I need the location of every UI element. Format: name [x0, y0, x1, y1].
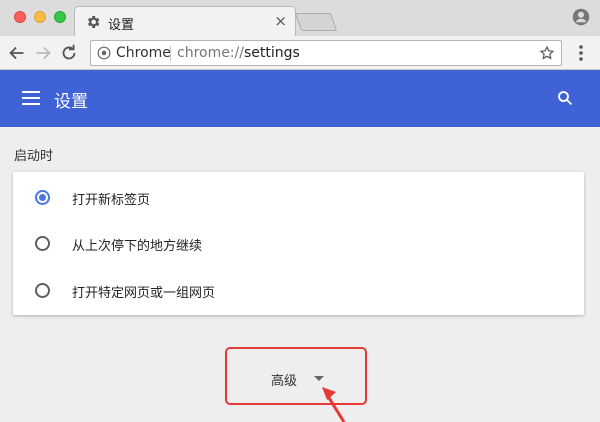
- chrome-icon: [97, 46, 111, 60]
- startup-option-specific-pages[interactable]: 打开特定网页或一组网页: [13, 267, 584, 314]
- startup-option-new-tab[interactable]: 打开新标签页: [13, 174, 584, 221]
- option-label: 打开新标签页: [72, 193, 151, 208]
- gear-icon: [88, 16, 100, 28]
- close-tab-icon[interactable]: ×: [274, 12, 287, 30]
- option-label: 从上次停下的地方继续: [72, 239, 203, 254]
- radio-button[interactable]: [35, 190, 50, 205]
- radio-button[interactable]: [35, 283, 50, 298]
- startup-options-card: 打开新标签页 从上次停下的地方继续 打开特定网页或一组网页: [13, 172, 584, 315]
- minimize-window-button[interactable]: [34, 11, 46, 23]
- page-title: 设置: [54, 92, 88, 112]
- url-scheme: chrome://: [177, 45, 244, 61]
- divider: [170, 46, 171, 61]
- forward-icon[interactable]: [32, 42, 54, 64]
- search-icon[interactable]: [556, 89, 574, 107]
- reload-icon[interactable]: [58, 42, 80, 64]
- section-title-startup: 启动时: [14, 149, 54, 164]
- back-icon[interactable]: [6, 42, 28, 64]
- annotation-arrow-icon: [322, 387, 346, 422]
- new-tab-button[interactable]: [294, 13, 338, 31]
- menu-icon[interactable]: [572, 43, 590, 63]
- startup-option-continue[interactable]: 从上次停下的地方继续: [13, 220, 584, 267]
- hamburger-icon[interactable]: [22, 90, 40, 106]
- chevron-down-icon: [314, 376, 324, 381]
- tab-strip: 设置 ×: [0, 0, 600, 37]
- url-text[interactable]: chrome://settings: [177, 45, 300, 61]
- settings-header: 设置: [0, 70, 600, 127]
- advanced-label: 高级: [271, 374, 298, 389]
- radio-button[interactable]: [35, 236, 50, 251]
- browser-toolbar: Chrome chrome://settings: [0, 36, 600, 70]
- tab-settings[interactable]: 设置 ×: [74, 6, 296, 37]
- tab-title: 设置: [108, 18, 135, 33]
- close-window-button[interactable]: [14, 11, 26, 23]
- star-icon[interactable]: [539, 45, 555, 61]
- address-bar[interactable]: Chrome chrome://settings: [90, 40, 562, 66]
- option-label: 打开特定网页或一组网页: [72, 286, 216, 301]
- zoom-window-button[interactable]: [54, 11, 66, 23]
- site-chip: Chrome: [116, 45, 171, 61]
- url-path: settings: [244, 45, 300, 61]
- profile-icon[interactable]: [572, 8, 590, 26]
